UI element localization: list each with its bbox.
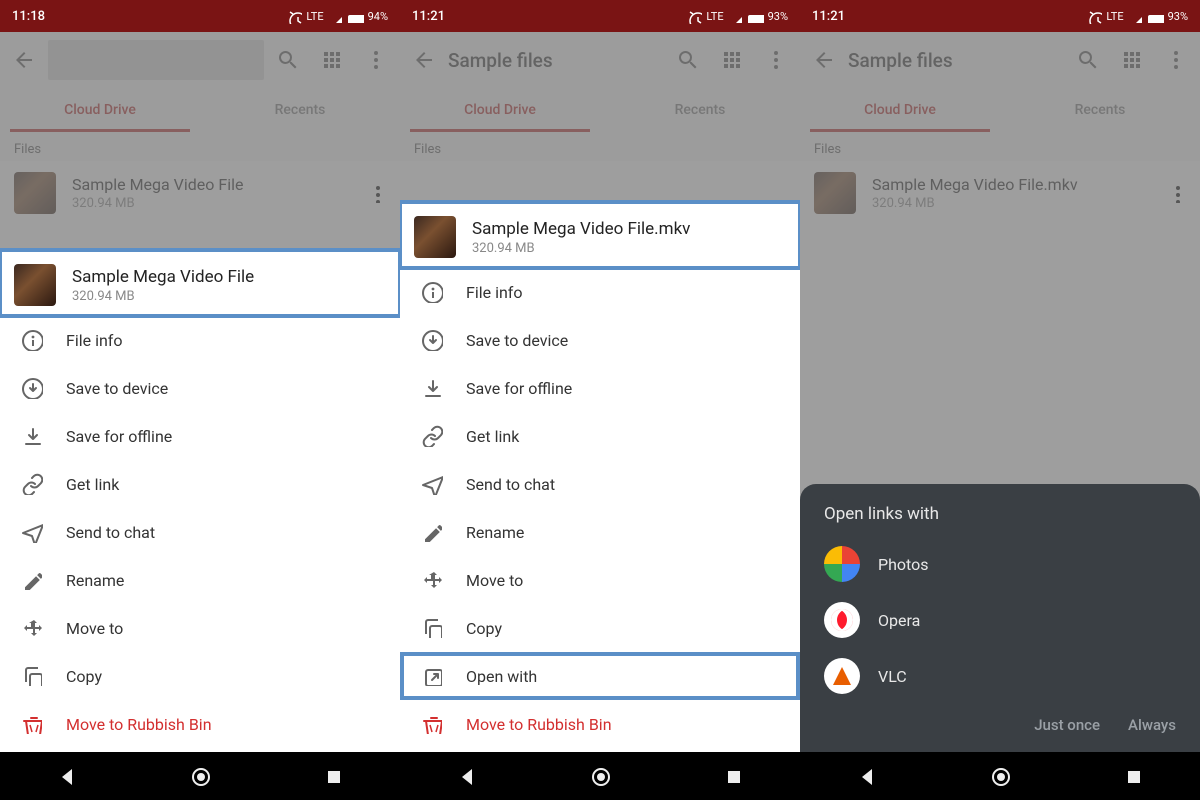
- link-icon: [20, 472, 44, 496]
- app-icon-vlc: [824, 658, 860, 694]
- opt-get-link[interactable]: Get link: [400, 412, 800, 460]
- open-with-vlc[interactable]: VLC: [800, 648, 1200, 704]
- nav-bar: [800, 752, 1200, 800]
- opt-open-with[interactable]: Open with: [400, 652, 800, 700]
- status-bar: 11:21 LTE 93%: [400, 0, 800, 32]
- opt-move-to-rubbish-bin[interactable]: Move to Rubbish Bin: [0, 700, 400, 748]
- open-with-just-once[interactable]: Just once: [1034, 716, 1100, 734]
- nav-home-icon[interactable]: [189, 765, 211, 787]
- nav-bar: [0, 752, 400, 800]
- copy-icon: [420, 616, 444, 640]
- open-with-sheet: Open links with Photos Opera VLC Just on…: [800, 484, 1200, 752]
- phone-3: 11:21 LTE 93% Sample files Cloud Drive R: [800, 0, 1200, 800]
- status-time: 11:21: [812, 9, 845, 24]
- nav-recent-icon[interactable]: [722, 765, 744, 787]
- nav-home-icon[interactable]: [589, 765, 611, 787]
- opt-send-to-chat[interactable]: Send to chat: [400, 460, 800, 508]
- opt-save-for-offline[interactable]: Save for offline: [400, 364, 800, 412]
- opt-rename[interactable]: Rename: [0, 556, 400, 604]
- sheet-file-name: Sample Mega Video File.mkv: [472, 219, 690, 239]
- send-icon: [20, 520, 44, 544]
- offline-icon: [20, 424, 44, 448]
- status-time: 11:21: [412, 9, 445, 24]
- save-icon: [20, 376, 44, 400]
- opt-move-to[interactable]: Move to: [400, 556, 800, 604]
- bottom-sheet-scrim[interactable]: Sample Mega Video File.mkv 320.94 MB Fil…: [400, 32, 800, 752]
- sheet-file-size: 320.94 MB: [472, 241, 690, 256]
- app-icon-photos: [824, 546, 860, 582]
- opt-save-to-device[interactable]: Save to device: [0, 364, 400, 412]
- nav-bar: [400, 752, 800, 800]
- alarm-icon: [686, 8, 702, 24]
- opt-save-to-device[interactable]: Save to device: [400, 316, 800, 364]
- opt-file-info[interactable]: File info: [0, 316, 400, 364]
- bottom-sheet: Sample Mega Video File.mkv 320.94 MB Fil…: [400, 202, 800, 752]
- sheet-thumb: [14, 264, 56, 306]
- status-battery: 93%: [1168, 10, 1188, 23]
- nav-recent-icon[interactable]: [322, 765, 344, 787]
- phone-1: 11:18 LTE 94% Cloud Drive Recents: [0, 0, 400, 800]
- opt-rename[interactable]: Rename: [400, 508, 800, 556]
- open-with-title: Open links with: [800, 484, 1200, 536]
- sheet-file-name: Sample Mega Video File: [72, 267, 254, 287]
- opt-move-to[interactable]: Move to: [0, 604, 400, 652]
- status-battery: 94%: [368, 10, 388, 23]
- bottom-sheet: Sample Mega Video File 320.94 MB File in…: [0, 250, 400, 752]
- signal-icon: [728, 9, 742, 23]
- nav-back-icon[interactable]: [56, 765, 78, 787]
- nav-back-icon[interactable]: [856, 765, 878, 787]
- nav-back-icon[interactable]: [456, 765, 478, 787]
- link-icon: [420, 424, 444, 448]
- status-lte: LTE: [1106, 10, 1123, 23]
- copy-icon: [20, 664, 44, 688]
- rename-icon: [20, 568, 44, 592]
- alarm-icon: [286, 8, 302, 24]
- opt-file-info[interactable]: File info: [400, 268, 800, 316]
- sheet-thumb: [414, 216, 456, 258]
- signal-icon: [328, 9, 342, 23]
- battery-icon: [1146, 9, 1164, 23]
- save-icon: [420, 328, 444, 352]
- battery-icon: [346, 9, 364, 23]
- status-bar: 11:18 LTE 94%: [0, 0, 400, 32]
- open-with-always[interactable]: Always: [1128, 716, 1176, 734]
- status-time: 11:18: [12, 9, 45, 24]
- open-with-scrim[interactable]: Open links with Photos Opera VLC Just on…: [800, 32, 1200, 752]
- offline-icon: [420, 376, 444, 400]
- phone-2: 11:21 LTE 93% Sample files Cloud Drive R: [400, 0, 800, 800]
- bottom-sheet-scrim[interactable]: Sample Mega Video File 320.94 MB File in…: [0, 32, 400, 752]
- trash-icon: [420, 712, 444, 736]
- nav-recent-icon[interactable]: [1122, 765, 1144, 787]
- status-bar: 11:21 LTE 93%: [800, 0, 1200, 32]
- opt-save-for-offline[interactable]: Save for offline: [0, 412, 400, 460]
- open-icon: [420, 664, 444, 688]
- opt-copy[interactable]: Copy: [400, 604, 800, 652]
- battery-icon: [746, 9, 764, 23]
- trash-icon: [20, 712, 44, 736]
- opt-get-link[interactable]: Get link: [0, 460, 400, 508]
- opt-send-to-chat[interactable]: Send to chat: [0, 508, 400, 556]
- status-lte: LTE: [706, 10, 723, 23]
- sheet-header: Sample Mega Video File 320.94 MB: [0, 250, 400, 316]
- status-lte: LTE: [306, 10, 323, 23]
- move-icon: [20, 616, 44, 640]
- move-icon: [420, 568, 444, 592]
- alarm-icon: [1086, 8, 1102, 24]
- info-icon: [20, 328, 44, 352]
- sheet-header: Sample Mega Video File.mkv 320.94 MB: [400, 202, 800, 268]
- opt-move-to-rubbish-bin[interactable]: Move to Rubbish Bin: [400, 700, 800, 748]
- rename-icon: [420, 520, 444, 544]
- sheet-file-size: 320.94 MB: [72, 289, 254, 304]
- signal-icon: [1128, 9, 1142, 23]
- info-icon: [420, 280, 444, 304]
- send-icon: [420, 472, 444, 496]
- opt-copy[interactable]: Copy: [0, 652, 400, 700]
- app-icon-opera: [824, 602, 860, 638]
- open-with-opera[interactable]: Opera: [800, 592, 1200, 648]
- open-with-photos[interactable]: Photos: [800, 536, 1200, 592]
- nav-home-icon[interactable]: [989, 765, 1011, 787]
- status-battery: 93%: [768, 10, 788, 23]
